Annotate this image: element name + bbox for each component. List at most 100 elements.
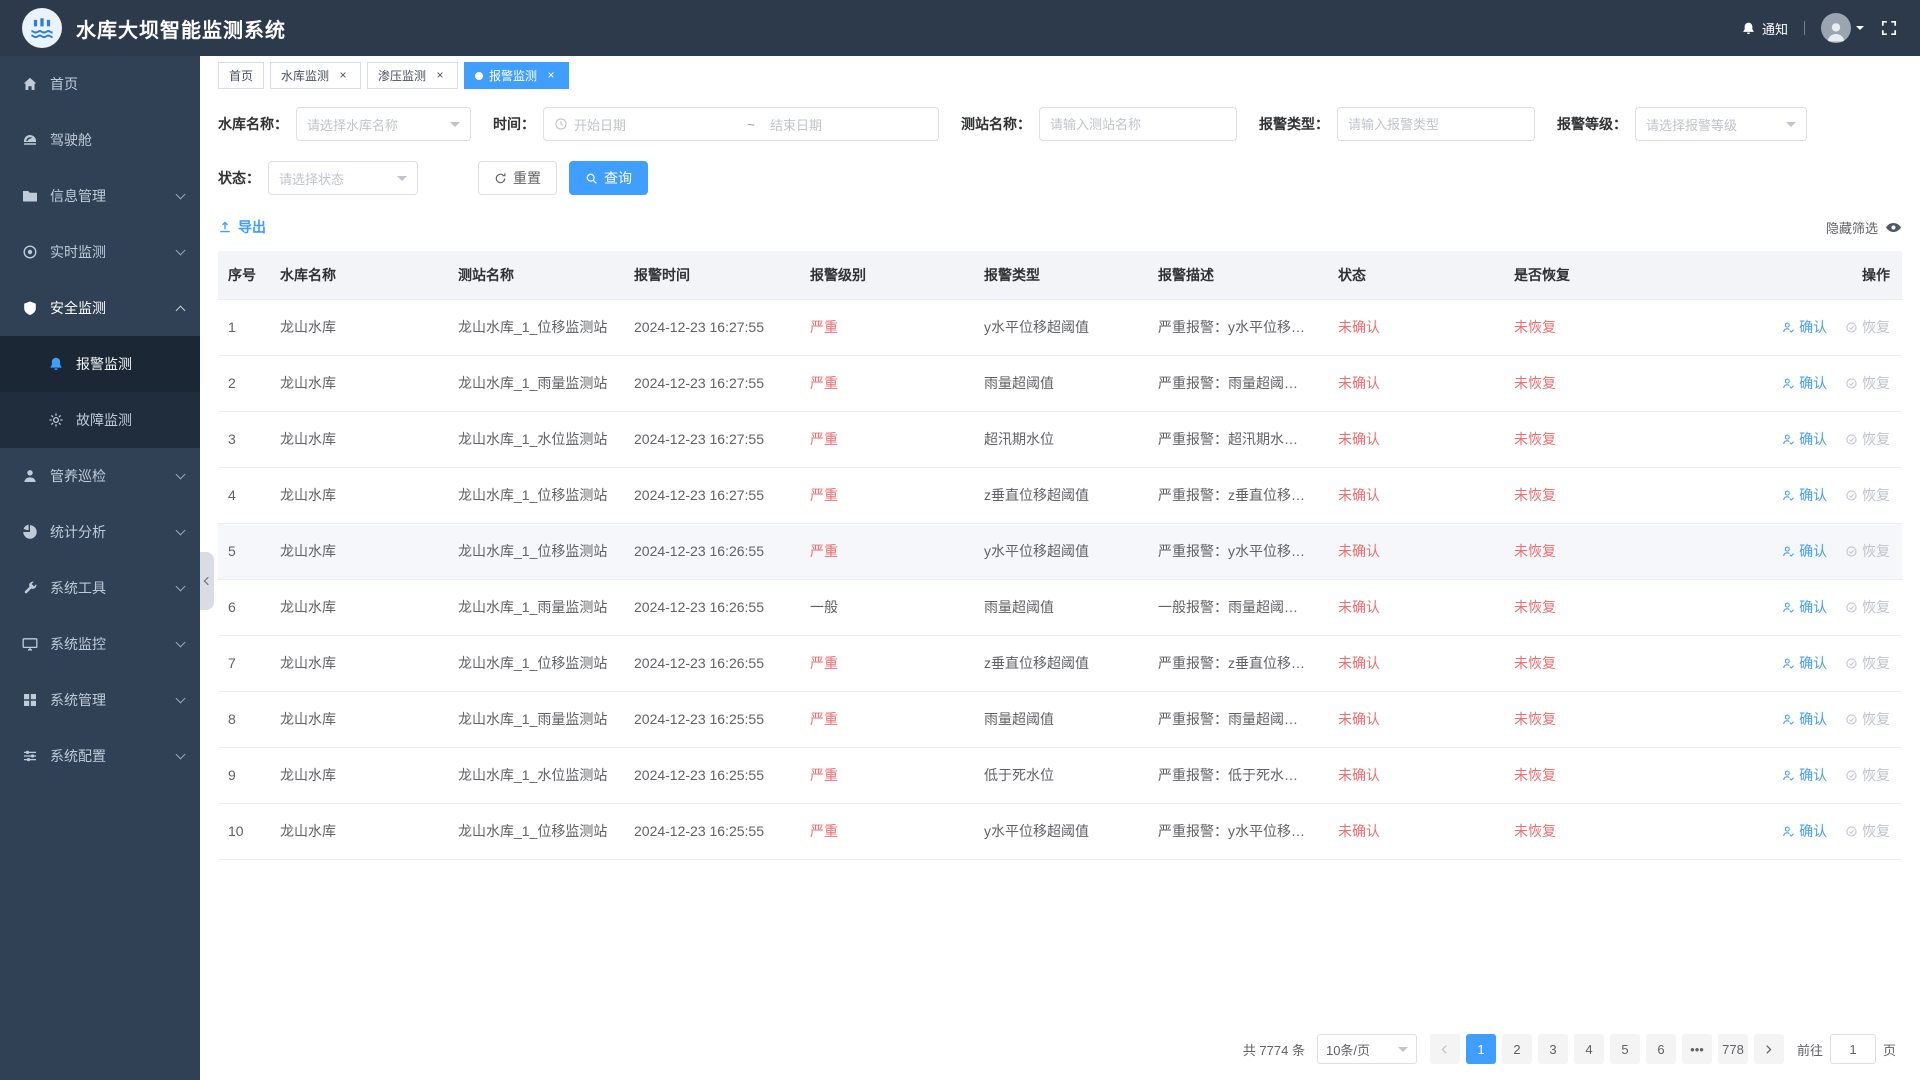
tab-seepage-monitor[interactable]: 渗压监测 bbox=[367, 62, 459, 89]
cell-time: 2024-12-23 16:26:55 bbox=[624, 635, 800, 692]
confirm-button[interactable]: 确认 bbox=[1782, 653, 1827, 673]
recover-button[interactable]: 恢复 bbox=[1845, 597, 1890, 617]
user-menu[interactable] bbox=[1821, 13, 1864, 43]
sidebar-item-home[interactable]: 首页 bbox=[0, 56, 200, 112]
sidebar-item-inspection[interactable]: 管养巡检 bbox=[0, 448, 200, 504]
sidebar-item-system-config[interactable]: 系统配置 bbox=[0, 728, 200, 784]
close-icon[interactable] bbox=[544, 69, 558, 83]
prev-page-button[interactable] bbox=[1429, 1034, 1460, 1064]
date-range-picker[interactable]: 开始日期 ~ 结束日期 bbox=[543, 107, 939, 141]
cell-status: 未确认 bbox=[1328, 411, 1504, 468]
page-button[interactable]: 6 bbox=[1645, 1034, 1676, 1064]
safety-monitor-submenu: 报警监测 故障监测 bbox=[0, 336, 200, 448]
cell-reservoir: 龙山水库 bbox=[270, 467, 448, 524]
fullscreen-icon[interactable] bbox=[1880, 19, 1898, 37]
recover-button[interactable]: 恢复 bbox=[1845, 653, 1890, 673]
reset-button[interactable]: 重置 bbox=[478, 161, 557, 195]
query-button[interactable]: 查询 bbox=[569, 161, 648, 195]
confirm-button[interactable]: 确认 bbox=[1782, 541, 1827, 561]
start-date-input[interactable]: 开始日期 bbox=[574, 115, 732, 134]
circle-check-icon bbox=[1846, 545, 1857, 557]
close-icon[interactable] bbox=[336, 69, 350, 83]
date-separator: ~ bbox=[747, 116, 755, 132]
station-input[interactable] bbox=[1039, 107, 1237, 141]
page-size-select[interactable]: 10条/页 bbox=[1316, 1034, 1417, 1064]
page-button[interactable]: 4 bbox=[1573, 1034, 1604, 1064]
time-filter-label: 时间： bbox=[493, 116, 535, 132]
confirm-button[interactable]: 确认 bbox=[1782, 317, 1827, 337]
page-button[interactable]: 3 bbox=[1537, 1034, 1568, 1064]
cell-time: 2024-12-23 16:26:55 bbox=[624, 579, 800, 636]
monitor-icon bbox=[22, 638, 38, 651]
page-button[interactable]: 1 bbox=[1465, 1034, 1496, 1064]
sidebar-item-info-management[interactable]: 信息管理 bbox=[0, 168, 200, 224]
alarm-level-select[interactable]: 请选择报警等级 bbox=[1635, 107, 1807, 141]
col-desc: 报警描述 bbox=[1148, 251, 1328, 300]
page-button[interactable]: 5 bbox=[1609, 1034, 1640, 1064]
sidebar-item-system-monitor[interactable]: 系统监控 bbox=[0, 616, 200, 672]
search-icon bbox=[586, 173, 597, 184]
circle-check-icon bbox=[1846, 433, 1857, 445]
target-icon bbox=[23, 245, 37, 259]
table-row: 1 龙山水库 龙山水库_1_位移监测站 2024-12-23 16:27:55 … bbox=[218, 299, 1902, 356]
cell-index: 10 bbox=[218, 803, 270, 860]
export-button[interactable]: 导出 bbox=[218, 217, 266, 237]
page-button[interactable]: 2 bbox=[1501, 1034, 1532, 1064]
recover-button[interactable]: 恢复 bbox=[1845, 821, 1890, 841]
status-select[interactable]: 请选择状态 bbox=[268, 161, 418, 195]
sidebar-item-system-tools[interactable]: 系统工具 bbox=[0, 560, 200, 616]
recover-button[interactable]: 恢复 bbox=[1845, 765, 1890, 785]
reservoir-select[interactable]: 请选择水库名称 bbox=[296, 107, 471, 141]
confirm-button[interactable]: 确认 bbox=[1782, 485, 1827, 505]
confirm-button[interactable]: 确认 bbox=[1782, 597, 1827, 617]
sidebar-item-system-management[interactable]: 系统管理 bbox=[0, 672, 200, 728]
notification-button[interactable]: 通知 bbox=[1741, 19, 1788, 38]
cell-ops: 确认 恢复 bbox=[1754, 523, 1902, 580]
end-date-input[interactable]: 结束日期 bbox=[770, 115, 928, 134]
cell-desc: 严重报警：z垂直位移… bbox=[1148, 635, 1328, 692]
chevron-left-icon bbox=[203, 576, 213, 586]
col-ops: 操作 bbox=[1754, 251, 1902, 300]
recover-button[interactable]: 恢复 bbox=[1845, 317, 1890, 337]
tab-alarm-monitor[interactable]: 报警监测 bbox=[464, 62, 570, 89]
tab-reservoir-monitor[interactable]: 水库监测 bbox=[270, 62, 362, 89]
confirm-button[interactable]: 确认 bbox=[1782, 373, 1827, 393]
user-check-icon bbox=[1783, 770, 1795, 781]
recover-button[interactable]: 恢复 bbox=[1845, 541, 1890, 561]
sidebar-item-statistics[interactable]: 统计分析 bbox=[0, 504, 200, 560]
confirm-button[interactable]: 确认 bbox=[1782, 765, 1827, 785]
wrench-icon bbox=[24, 581, 37, 594]
next-page-button[interactable] bbox=[1753, 1034, 1784, 1064]
recover-button[interactable]: 恢复 bbox=[1845, 709, 1890, 729]
sidebar-item-realtime-monitor[interactable]: 实时监测 bbox=[0, 224, 200, 280]
confirm-button[interactable]: 确认 bbox=[1782, 429, 1827, 449]
sidebar-item-fault-monitor[interactable]: 故障监测 bbox=[0, 392, 200, 448]
cell-desc: 严重报警：超汛期水… bbox=[1148, 411, 1328, 468]
hide-filter-button[interactable]: 隐藏筛选 bbox=[1826, 218, 1902, 237]
recover-button[interactable]: 恢复 bbox=[1845, 373, 1890, 393]
confirm-button[interactable]: 确认 bbox=[1782, 709, 1827, 729]
user-check-icon bbox=[1783, 714, 1795, 725]
more-pages[interactable]: ••• bbox=[1681, 1034, 1712, 1064]
goto-page-input[interactable] bbox=[1829, 1034, 1876, 1064]
sidebar-item-alarm-monitor[interactable]: 报警监测 bbox=[0, 336, 200, 392]
user-check-icon bbox=[1783, 322, 1795, 333]
cell-type: y水平位移超阈值 bbox=[974, 523, 1148, 580]
cell-reservoir: 龙山水库 bbox=[270, 411, 448, 468]
recover-button[interactable]: 恢复 bbox=[1845, 485, 1890, 505]
chevron-down-icon bbox=[175, 693, 186, 704]
sidebar-collapse-handle[interactable] bbox=[200, 552, 214, 610]
page-button-last[interactable]: 778 bbox=[1717, 1034, 1748, 1064]
alarm-type-input[interactable] bbox=[1337, 107, 1535, 141]
user-check-icon bbox=[1783, 546, 1795, 557]
table-row: 6 龙山水库 龙山水库_1_雨量监测站 2024-12-23 16:26:55 … bbox=[218, 579, 1902, 636]
sidebar-item-safety-monitor[interactable]: 安全监测 bbox=[0, 280, 200, 336]
sidebar-item-cockpit[interactable]: 驾驶舱 bbox=[0, 112, 200, 168]
recover-button[interactable]: 恢复 bbox=[1845, 429, 1890, 449]
tab-home[interactable]: 首页 bbox=[218, 62, 265, 89]
confirm-button[interactable]: 确认 bbox=[1782, 821, 1827, 841]
cell-reservoir: 龙山水库 bbox=[270, 691, 448, 748]
cell-index: 9 bbox=[218, 747, 270, 804]
close-icon[interactable] bbox=[433, 69, 447, 83]
cell-level: 严重 bbox=[800, 355, 974, 412]
